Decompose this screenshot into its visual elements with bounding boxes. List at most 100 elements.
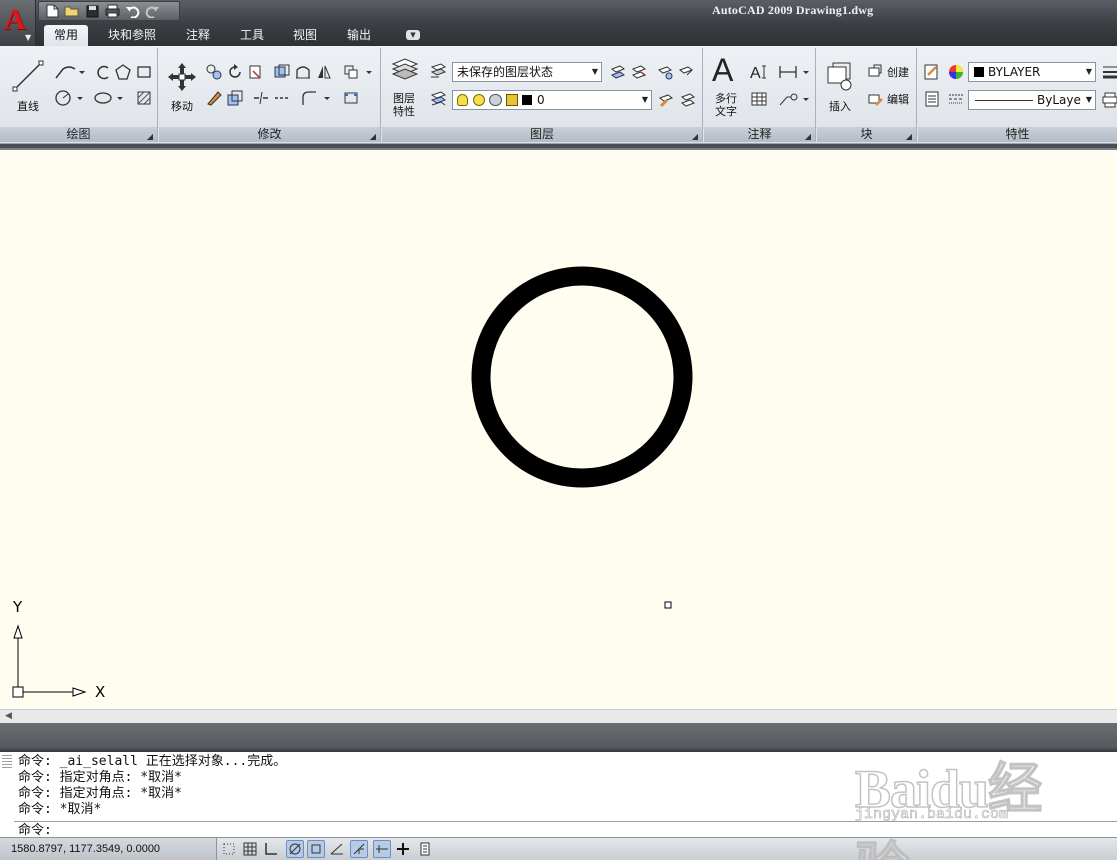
save-icon[interactable]	[83, 3, 101, 19]
quick-properties-icon[interactable]	[416, 840, 434, 858]
mtext-label-2[interactable]: 文字	[710, 105, 742, 118]
trim-icon[interactable]	[246, 62, 266, 82]
layer-previous-icon[interactable]	[608, 62, 628, 82]
layer-isolate-icon[interactable]	[629, 62, 649, 82]
mirror-icon[interactable]	[272, 62, 292, 82]
dimension-icon[interactable]	[776, 62, 812, 82]
viewport-freeze-icon[interactable]	[489, 94, 502, 106]
list-icon[interactable]	[922, 89, 942, 109]
rotate-icon[interactable]	[225, 62, 245, 82]
panel-expand-icon[interactable]: ◢	[370, 129, 376, 144]
copy-icon[interactable]	[204, 62, 224, 82]
tab-annotate[interactable]: 注释	[176, 25, 220, 46]
color-wheel-icon[interactable]	[946, 62, 966, 82]
tab-blocks-references[interactable]: 块和参照	[98, 25, 166, 46]
object-snap-icon[interactable]	[307, 840, 325, 858]
dynamic-input-icon[interactable]	[373, 840, 391, 858]
single-line-text-icon[interactable]: A	[749, 62, 769, 82]
move-icon[interactable]	[165, 60, 199, 94]
array-icon[interactable]	[341, 62, 377, 82]
break-icon[interactable]	[251, 88, 271, 108]
polygon-icon[interactable]	[113, 62, 133, 82]
layer-state-icon[interactable]	[428, 61, 448, 81]
table-icon[interactable]	[749, 89, 769, 109]
lineweight-icon[interactable]	[1100, 62, 1117, 82]
multiline-text-icon[interactable]: A	[712, 52, 733, 89]
line-icon[interactable]	[10, 58, 46, 94]
stretch-icon[interactable]	[293, 62, 313, 82]
command-window[interactable]: 命令: _ai_selall 正在选择对象...完成。 命令: 指定对角点: *…	[0, 750, 1117, 838]
panel-expand-icon[interactable]: ◢	[906, 129, 912, 144]
block-panel-title[interactable]: 块 ◢	[817, 127, 916, 142]
snap-mode-icon[interactable]	[220, 840, 238, 858]
panel-expand-icon[interactable]: ◢	[147, 129, 153, 144]
plot-icon[interactable]	[103, 3, 121, 19]
fillet-icon[interactable]	[299, 88, 335, 108]
scroll-left-icon[interactable]: ◀	[5, 711, 12, 721]
panel-expand-icon[interactable]: ◢	[805, 129, 811, 144]
mtext-label-1[interactable]: 多行	[710, 92, 742, 105]
create-block-icon[interactable]	[865, 62, 885, 82]
new-icon[interactable]	[43, 3, 61, 19]
match-properties-icon[interactable]	[922, 62, 942, 82]
properties-panel-title[interactable]: 特性	[918, 127, 1117, 142]
tab-home[interactable]: 常用	[44, 25, 89, 46]
tab-view[interactable]: 视图	[283, 25, 327, 46]
draw-panel-title[interactable]: 绘图 ◢	[0, 127, 157, 142]
erase-icon[interactable]	[204, 88, 224, 108]
circle-icon[interactable]	[52, 88, 86, 108]
create-label[interactable]: 创建	[885, 66, 911, 79]
tab-tools[interactable]: 工具	[230, 25, 274, 46]
object-snap-tracking-icon[interactable]	[328, 840, 346, 858]
undo-icon[interactable]	[123, 3, 141, 19]
dynamic-ucs-icon[interactable]	[350, 840, 368, 858]
annotation-panel-title[interactable]: 注释 ◢	[704, 127, 815, 142]
application-menu-button[interactable]: A ▼	[0, 0, 36, 46]
layer-off-icon[interactable]	[676, 62, 696, 82]
explode-icon[interactable]	[341, 88, 361, 108]
grid-display-icon[interactable]	[241, 840, 259, 858]
offset-icon[interactable]	[225, 88, 245, 108]
polar-tracking-icon[interactable]	[286, 840, 304, 858]
modify-panel-title[interactable]: 修改 ◢	[159, 127, 380, 142]
make-current-layer-icon[interactable]	[656, 90, 676, 110]
tab-output[interactable]: 输出	[337, 25, 381, 46]
horizontal-scrollbar[interactable]: ◀	[0, 709, 1117, 723]
ortho-mode-icon[interactable]	[262, 840, 280, 858]
layers-panel-title[interactable]: 图层 ◢	[382, 127, 702, 142]
lineweight-toggle-icon[interactable]	[394, 840, 412, 858]
drawing-area[interactable]: Y X	[0, 148, 1117, 709]
linetype-dropdown[interactable]: ByLaye ▼	[968, 90, 1096, 110]
coordinate-display[interactable]: 1580.8797, 1177.3549, 0.0000	[0, 838, 217, 860]
line-label[interactable]: 直线	[12, 100, 44, 113]
open-icon[interactable]	[63, 3, 81, 19]
ellipse-icon[interactable]	[92, 88, 126, 108]
insert-block-icon[interactable]	[823, 60, 857, 94]
layer-walk-icon[interactable]	[428, 89, 448, 109]
layer-properties-label-2[interactable]: 特性	[386, 105, 422, 118]
mirror-axis-icon[interactable]	[314, 62, 334, 82]
layer-properties-label-1[interactable]: 图层	[386, 92, 422, 105]
sun-icon[interactable]	[473, 94, 485, 106]
arc-icon[interactable]	[92, 62, 112, 82]
color-dropdown[interactable]: BYLAYER ▼	[968, 62, 1096, 82]
drawn-circle[interactable]	[471, 266, 693, 488]
insert-label[interactable]: 插入	[823, 100, 857, 113]
linetype-icon[interactable]	[946, 89, 966, 109]
command-window-grip[interactable]	[2, 755, 12, 769]
polyline-icon[interactable]	[52, 62, 86, 82]
rectangle-icon[interactable]	[134, 62, 154, 82]
move-label[interactable]: 移动	[165, 100, 199, 113]
lightbulb-icon[interactable]	[457, 94, 468, 106]
edit-block-icon[interactable]	[865, 89, 885, 109]
layer-change-icon[interactable]	[678, 90, 698, 110]
panel-expand-icon[interactable]: ◢	[692, 129, 698, 144]
edit-label[interactable]: 编辑	[885, 93, 911, 106]
print-style-icon[interactable]	[1100, 90, 1117, 110]
join-icon[interactable]	[272, 88, 292, 108]
hatch-icon[interactable]	[134, 88, 154, 108]
redo-icon[interactable]	[143, 3, 161, 19]
model-space[interactable]	[0, 150, 1117, 709]
layer-properties-icon[interactable]	[388, 54, 422, 88]
lock-icon[interactable]	[506, 94, 518, 106]
